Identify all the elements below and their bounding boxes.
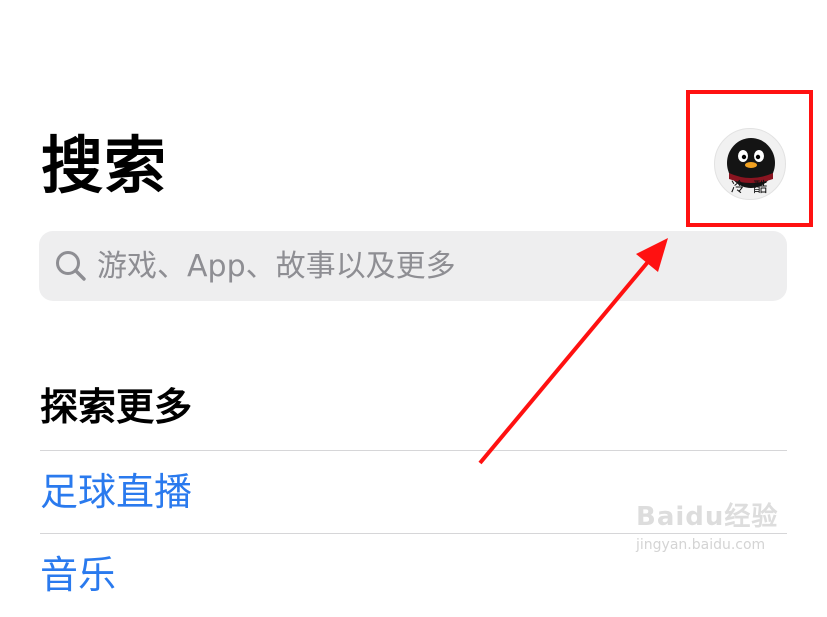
search-icon [56, 251, 86, 281]
watermark-logo: Baidu经验 [636, 502, 779, 532]
page-title: 搜索 [41, 129, 168, 202]
search-bar[interactable] [39, 231, 787, 301]
watermark-url: jingyan.baidu.com [636, 537, 766, 553]
search-input[interactable] [97, 243, 747, 289]
list-item-label: 足球直播 [40, 470, 193, 514]
list-item-label: 音乐 [40, 553, 117, 597]
section-heading-explore: 探索更多 [40, 385, 193, 429]
annotation-highlight-box [686, 90, 813, 227]
